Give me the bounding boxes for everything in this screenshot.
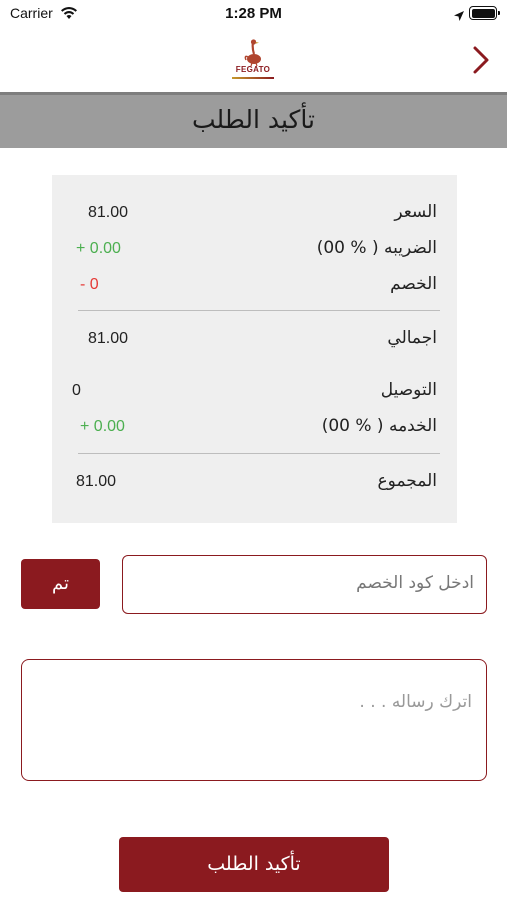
grand-total-label: المجموع xyxy=(377,471,437,491)
brand-logo: FEGATO xyxy=(226,38,280,84)
delivery-value: 0 xyxy=(72,382,81,399)
clock-time: 1:28 PM xyxy=(225,5,282,22)
discount-value: - 0 xyxy=(80,276,99,293)
status-bar: Carrier 1:28 PM xyxy=(0,0,507,28)
delivery-label: التوصيل xyxy=(380,380,437,400)
brand-logo-underline xyxy=(232,77,274,79)
navigation-bar: FEGATO xyxy=(0,28,507,92)
brand-logo-text: FEGATO xyxy=(235,65,271,74)
confirm-order-button[interactable]: تأكيد الطلب xyxy=(119,837,389,892)
message-textarea[interactable]: اترك رساله . . . xyxy=(21,659,487,781)
service-value: + 0.00 xyxy=(80,418,125,435)
summary-divider xyxy=(78,453,440,454)
chevron-right-icon xyxy=(473,46,489,74)
back-button[interactable] xyxy=(469,43,493,77)
order-summary-card: السعر 81.00 الضريبه ( % 00) + 0.00 الخصم… xyxy=(52,175,457,523)
grand-total-value: 81.00 xyxy=(76,473,117,490)
price-label: السعر xyxy=(394,202,437,222)
location-arrow-icon xyxy=(453,7,465,26)
tax-label: الضريبه ( % 00) xyxy=(316,238,437,258)
discount-label: الخصم xyxy=(390,274,437,294)
price-value: 81.00 xyxy=(88,204,129,221)
coupon-code-placeholder: ادخل كود الخصم xyxy=(356,573,474,593)
summary-divider xyxy=(78,310,440,311)
subtotal-label: اجمالي xyxy=(387,328,437,348)
page-title: تأكيد الطلب xyxy=(192,105,315,134)
ostrich-logo-icon xyxy=(244,39,261,67)
apply-coupon-button[interactable]: تم xyxy=(21,559,100,609)
message-placeholder: اترك رساله . . . xyxy=(359,692,472,712)
coupon-code-input[interactable]: ادخل كود الخصم xyxy=(122,555,487,614)
subtotal-value: 81.00 xyxy=(88,330,129,347)
service-label: الخدمه ( % 00) xyxy=(321,416,437,436)
title-bar: تأكيد الطلب xyxy=(0,92,507,148)
battery-icon xyxy=(469,6,500,20)
tax-value: + 0.00 xyxy=(76,240,121,257)
